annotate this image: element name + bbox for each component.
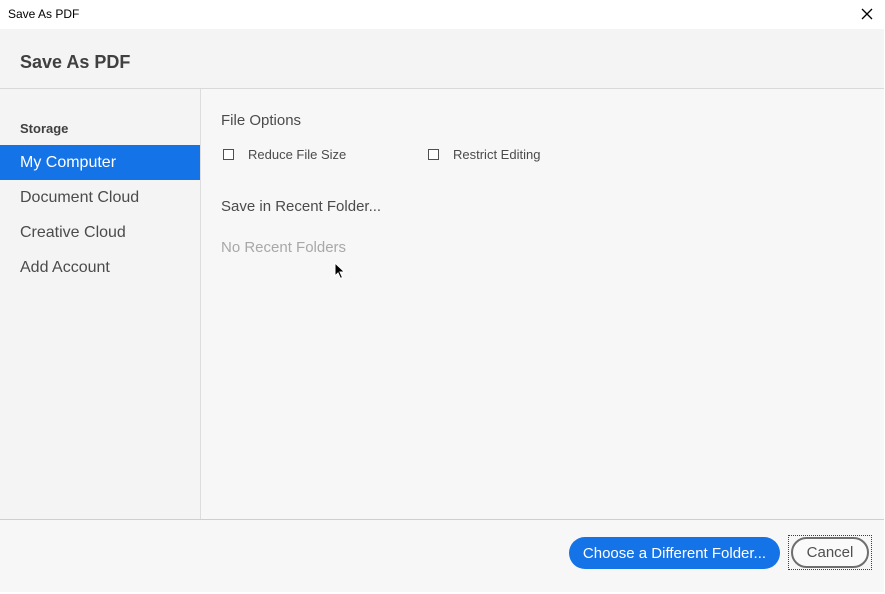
storage-sidebar: Storage My Computer Document Cloud Creat… xyxy=(0,89,201,519)
choose-different-folder-button[interactable]: Choose a Different Folder... xyxy=(569,537,780,569)
close-icon xyxy=(861,8,873,20)
sidebar-item-my-computer[interactable]: My Computer xyxy=(0,145,200,180)
dialog-footer: Choose a Different Folder... Cancel xyxy=(0,519,884,592)
recent-folder-heading: Save in Recent Folder... xyxy=(221,198,382,215)
window-title: Save As PDF xyxy=(8,7,80,21)
restrict-editing-checkbox[interactable] xyxy=(428,149,439,160)
main-panel: File Options Reduce File Size Restrict E… xyxy=(201,89,884,519)
sidebar-item-document-cloud[interactable]: Document Cloud xyxy=(0,180,200,215)
close-button[interactable] xyxy=(855,3,879,25)
no-recent-folders-text: No Recent Folders xyxy=(221,239,347,256)
sidebar-item-add-account[interactable]: Add Account xyxy=(0,250,200,285)
restrict-editing-label: Restrict Editing xyxy=(453,147,541,162)
reduce-file-size-checkbox[interactable] xyxy=(223,149,234,160)
reduce-file-size-option[interactable]: Reduce File Size xyxy=(223,147,346,162)
reduce-file-size-label: Reduce File Size xyxy=(248,147,347,162)
dialog-heading: Save As PDF xyxy=(20,52,131,72)
cancel-focus-ring: Cancel xyxy=(788,535,872,570)
mouse-pointer-icon xyxy=(334,262,346,280)
cancel-button[interactable]: Cancel xyxy=(791,537,869,568)
sidebar-item-creative-cloud[interactable]: Creative Cloud xyxy=(0,215,200,250)
file-options-heading: File Options xyxy=(221,112,302,129)
title-bar: Save As PDF xyxy=(0,0,884,29)
storage-section-label: Storage xyxy=(20,121,69,136)
dialog-header: Save As PDF xyxy=(0,29,884,89)
save-as-pdf-dialog: Save As PDF Save As PDF Storage My Compu… xyxy=(0,0,884,592)
restrict-editing-option[interactable]: Restrict Editing xyxy=(428,147,540,162)
